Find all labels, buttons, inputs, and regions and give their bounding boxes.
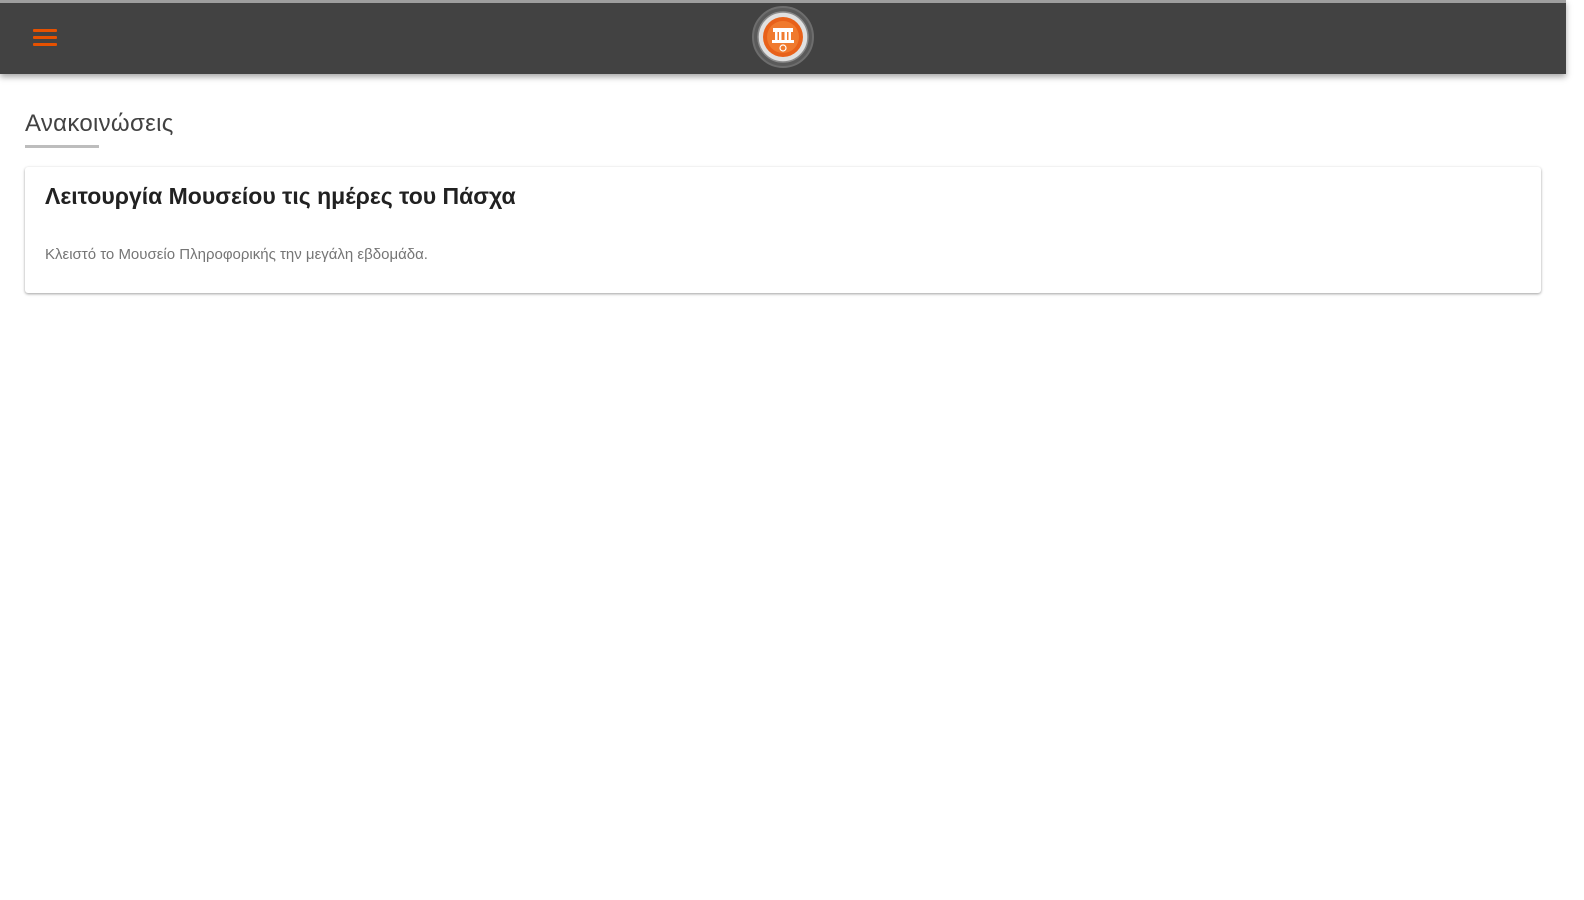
museum-logo[interactable] xyxy=(752,6,814,68)
title-underline xyxy=(25,145,99,148)
menu-bar xyxy=(33,35,57,39)
announcement-title: Λειτουργία Μουσείου τις ημέρες του Πάσχα xyxy=(45,183,516,209)
museum-seal-icon xyxy=(757,11,809,63)
main-content: Ανακοινώσεις Λειτουργία Μουσείου τις ημέ… xyxy=(25,74,1541,293)
app-root: Ανακοινώσεις Λειτουργία Μουσείου τις ημέ… xyxy=(0,0,1584,900)
menu-bar xyxy=(33,28,57,32)
announcement-body: Κλειστό το Μουσείο Πληροφορικής την μεγά… xyxy=(45,246,428,263)
top-toolbar xyxy=(0,0,1566,74)
hamburger-menu-icon[interactable] xyxy=(26,19,64,55)
announcement-card[interactable]: Λειτουργία Μουσείου τις ημέρες του Πάσχα… xyxy=(25,167,1541,293)
menu-bar xyxy=(33,42,57,46)
page-title: Ανακοινώσεις xyxy=(25,110,174,137)
